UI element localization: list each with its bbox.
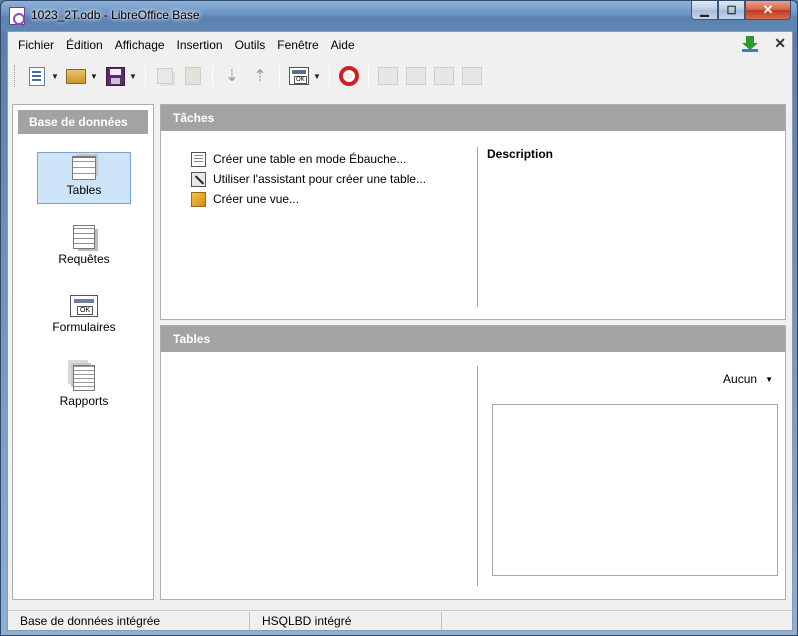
close-button[interactable]: ✕	[745, 1, 791, 20]
delete-button[interactable]	[432, 64, 456, 88]
status-database-type: Base de données intégrée	[8, 611, 250, 630]
sort-ascending-icon: ⇡	[253, 68, 267, 85]
paste-icon	[185, 67, 201, 85]
nav-item-tables[interactable]: Tables	[37, 152, 131, 204]
open-dropdown[interactable]: ▼	[90, 72, 98, 81]
close-document-icon[interactable]: ✕	[774, 35, 786, 52]
client-area: Fichier Édition Affichage Insertion Outi…	[7, 31, 793, 631]
form-button[interactable]	[287, 64, 311, 88]
database-panel-header: Base de données	[18, 110, 148, 134]
save-dropdown[interactable]: ▼	[129, 72, 137, 81]
description-label: Description	[487, 147, 554, 161]
sort-ascending-button[interactable]: ⇡	[248, 64, 272, 88]
nav-item-reports[interactable]: Rapports	[37, 362, 131, 414]
open-object-button[interactable]	[376, 64, 400, 88]
menu-aide[interactable]: Aide	[325, 35, 361, 55]
save-button[interactable]	[103, 64, 127, 88]
task-create-view[interactable]: Créer une vue...	[191, 189, 426, 209]
window-title: 1023_2T.odb - LibreOffice Base	[31, 8, 200, 22]
libreoffice-base-icon[interactable]	[9, 7, 25, 25]
preview-area	[492, 404, 778, 576]
edit-button[interactable]	[404, 64, 428, 88]
new-document-icon	[29, 66, 45, 86]
title-bar[interactable]: 1023_2T.odb - LibreOffice Base ▁ ☐ ✕	[1, 1, 797, 31]
menu-affichage[interactable]: Affichage	[109, 35, 171, 55]
paste-button[interactable]	[181, 64, 205, 88]
help-button[interactable]	[337, 64, 361, 88]
task-label: Créer une vue...	[213, 192, 300, 206]
open-button[interactable]	[64, 64, 88, 88]
edit-icon	[406, 67, 426, 85]
update-available-icon[interactable]	[742, 35, 759, 52]
database-panel: Base de données Tables Requêtes Formulai…	[12, 104, 154, 600]
form-dropdown[interactable]: ▼	[313, 72, 321, 81]
maximize-button[interactable]: ☐	[718, 1, 745, 20]
copy-icon	[157, 68, 173, 84]
help-lifebuoy-icon	[339, 66, 359, 86]
menu-bar: Fichier Édition Affichage Insertion Outi…	[8, 32, 792, 58]
open-object-icon	[378, 67, 398, 85]
task-label: Utiliser l'assistant pour créer une tabl…	[213, 172, 427, 186]
new-document-dropdown[interactable]: ▼	[51, 72, 59, 81]
menu-fenetre[interactable]: Fenêtre	[271, 35, 324, 55]
tasks-panel: Tâches Créer une table en mode Ébauche..…	[160, 104, 786, 320]
rename-icon	[462, 67, 482, 85]
table-design-icon	[191, 151, 206, 167]
wizard-icon	[191, 171, 206, 187]
menu-edition[interactable]: Édition	[60, 35, 109, 55]
preview-mode-value: Aucun	[723, 372, 758, 386]
nav-item-forms[interactable]: Formulaires	[37, 292, 131, 344]
tasks-panel-header: Tâches	[161, 105, 785, 131]
tables-icon	[72, 156, 96, 180]
delete-icon	[434, 67, 454, 85]
menu-insertion[interactable]: Insertion	[171, 35, 229, 55]
new-document-button[interactable]	[25, 64, 49, 88]
task-create-table-design[interactable]: Créer une table en mode Ébauche...	[191, 149, 426, 169]
sort-descending-icon: ⇣	[225, 68, 239, 85]
open-icon	[66, 68, 86, 84]
app-window: 1023_2T.odb - LibreOffice Base ▁ ☐ ✕ Fic…	[0, 0, 798, 636]
preview-mode-dropdown[interactable]: Aucun ▼	[723, 372, 773, 386]
nav-label-queries: Requêtes	[58, 252, 110, 266]
forms-icon	[70, 295, 98, 317]
tables-panel: Tables Aucun ▼	[160, 325, 786, 600]
menu-fichier[interactable]: Fichier	[12, 35, 60, 55]
task-table-wizard[interactable]: Utiliser l'assistant pour créer une tabl…	[191, 169, 426, 189]
copy-button[interactable]	[153, 64, 177, 88]
nav-label-reports: Rapports	[59, 394, 109, 408]
status-bar: Base de données intégrée HSQLBD intégré	[8, 610, 792, 630]
tables-divider	[477, 366, 478, 586]
reports-icon	[73, 365, 95, 391]
queries-icon	[73, 225, 95, 249]
task-label: Créer une table en mode Ébauche...	[213, 152, 407, 166]
nav-label-forms: Formulaires	[52, 320, 116, 334]
tasks-divider	[477, 147, 478, 307]
nav-label-tables: Tables	[66, 183, 102, 197]
standard-toolbar: ▼ ▼ ▼ ⇣ ⇡ ▼	[8, 59, 792, 93]
menu-outils[interactable]: Outils	[229, 35, 272, 55]
view-icon	[191, 191, 206, 207]
tables-panel-header: Tables	[161, 326, 785, 352]
status-engine: HSQLBD intégré	[250, 611, 442, 630]
nav-item-queries[interactable]: Requêtes	[37, 222, 131, 274]
rename-button[interactable]	[460, 64, 484, 88]
chevron-down-icon: ▼	[765, 374, 773, 384]
minimize-button[interactable]: ▁	[691, 1, 718, 20]
sort-descending-button[interactable]: ⇣	[220, 64, 244, 88]
save-icon	[105, 66, 125, 86]
form-icon	[289, 67, 309, 85]
toolbar-grip[interactable]	[14, 65, 17, 87]
